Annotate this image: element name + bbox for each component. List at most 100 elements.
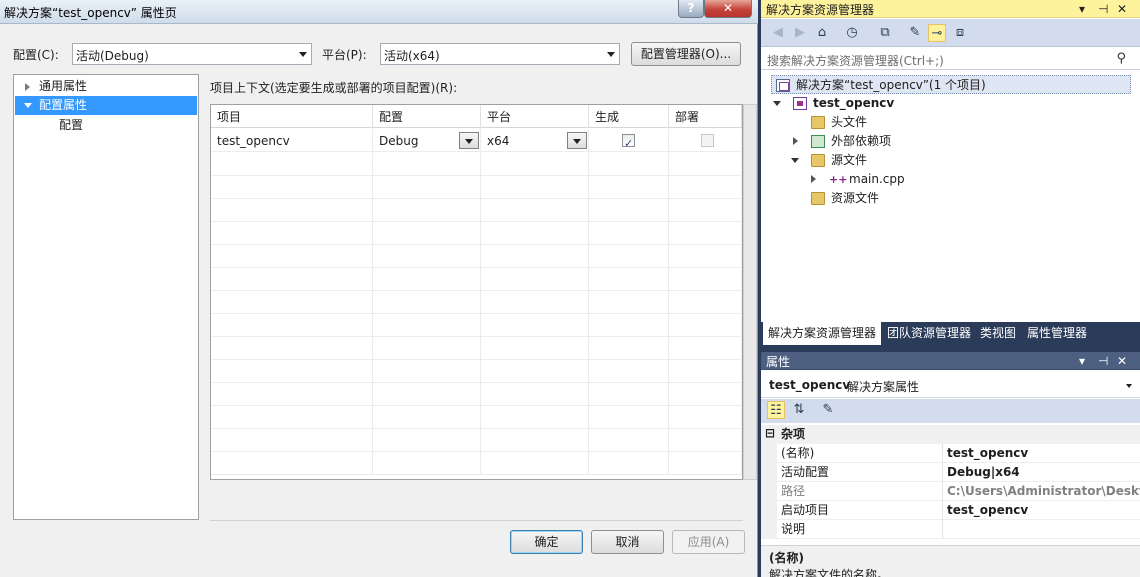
pin-icon[interactable]: ⊸ bbox=[928, 24, 946, 42]
close-icon[interactable]: ✕ bbox=[1117, 352, 1127, 370]
platform-dropdown-button[interactable] bbox=[567, 132, 587, 149]
column-header-deploy[interactable]: 部署 bbox=[669, 105, 742, 128]
class-diagram-icon[interactable]: ⧈ bbox=[951, 24, 969, 42]
tree-item-configuration[interactable]: 配置 bbox=[15, 116, 197, 135]
pin-icon[interactable]: ⊣ bbox=[1098, 0, 1108, 18]
empty-cell bbox=[669, 291, 742, 314]
forward-icon[interactable]: ▶ bbox=[791, 24, 809, 42]
collapse-arrow-icon[interactable] bbox=[773, 101, 781, 106]
expand-arrow-icon[interactable] bbox=[793, 137, 798, 145]
collapse-arrow-icon[interactable] bbox=[24, 103, 32, 108]
properties-title: 属性 bbox=[766, 355, 791, 369]
close-button[interactable]: ✕ bbox=[704, 0, 752, 18]
empty-cell bbox=[669, 360, 742, 383]
collapse-icon[interactable]: ⧉ bbox=[876, 24, 894, 42]
property-row-active-config[interactable]: 活动配置 Debug|x64 bbox=[761, 463, 1140, 482]
empty-cell bbox=[211, 199, 373, 222]
property-pages-wrench-icon[interactable]: ✎ bbox=[819, 401, 837, 419]
empty-cell bbox=[669, 176, 742, 199]
property-value[interactable]: test_opencv bbox=[942, 501, 1140, 520]
cell-platform-value: x64 bbox=[487, 134, 510, 148]
collapse-box-icon[interactable]: ⊟ bbox=[765, 425, 775, 443]
pin-icon[interactable]: ⊣ bbox=[1098, 352, 1108, 370]
expand-arrow-icon[interactable] bbox=[811, 175, 816, 183]
properties-wrench-icon[interactable]: ✎ bbox=[906, 24, 924, 42]
window-position-icon[interactable]: ▾ bbox=[1079, 0, 1085, 18]
empty-table-row bbox=[211, 406, 742, 429]
property-row-path[interactable]: 路径 C:\Users\Administrator\Deskto bbox=[761, 482, 1140, 501]
empty-table-row bbox=[211, 452, 742, 475]
object-selector[interactable]: test_opencv 解决方案属性 bbox=[761, 372, 1140, 398]
chevron-down-icon[interactable] bbox=[1126, 384, 1132, 388]
property-row-description[interactable]: 说明 bbox=[761, 520, 1140, 539]
empty-cell bbox=[589, 291, 669, 314]
tab-solution-explorer[interactable]: 解决方案资源管理器 bbox=[763, 322, 882, 345]
property-value[interactable]: test_opencv bbox=[942, 444, 1140, 463]
tab-class-view[interactable]: 类视图 bbox=[975, 322, 1021, 345]
solution-explorer-toolbar: ◀ ▶ ⌂ ◷ ⧉ ✎ ⊸ ⧈ bbox=[761, 19, 1140, 47]
cell-platform[interactable]: x64 bbox=[481, 129, 589, 152]
config-select[interactable]: 活动(Debug) bbox=[72, 43, 312, 65]
column-header-project[interactable]: 项目 bbox=[211, 105, 373, 128]
dialog-titlebar[interactable]: 解决方案“test_opencv” 属性页 ? ✕ bbox=[0, 0, 758, 24]
property-name: (名称) bbox=[781, 446, 815, 460]
help-button[interactable]: ? bbox=[678, 0, 704, 18]
empty-cell bbox=[211, 452, 373, 475]
tab-property-manager[interactable]: 属性管理器 bbox=[1022, 322, 1092, 345]
history-icon[interactable]: ◷ bbox=[843, 24, 861, 42]
empty-cell bbox=[589, 360, 669, 383]
config-dropdown-button[interactable] bbox=[459, 132, 479, 149]
tab-team-explorer[interactable]: 团队资源管理器 bbox=[882, 322, 976, 345]
expand-arrow-icon[interactable] bbox=[25, 83, 30, 91]
build-checkbox[interactable] bbox=[622, 132, 635, 156]
row-gutter bbox=[761, 520, 777, 539]
config-manager-button[interactable]: 配置管理器(O)... bbox=[631, 42, 741, 66]
categorized-icon[interactable]: ☷ bbox=[767, 401, 785, 419]
category-misc[interactable]: ⊟ 杂项 bbox=[761, 425, 1140, 444]
column-header-build[interactable]: 生成 bbox=[589, 105, 669, 128]
property-value[interactable]: Debug|x64 bbox=[942, 463, 1140, 482]
alphabetical-icon[interactable]: ⇅ bbox=[790, 401, 808, 419]
close-icon[interactable]: ✕ bbox=[1117, 0, 1127, 18]
tree-item-config-properties[interactable]: 配置属性 bbox=[15, 96, 197, 115]
table-row[interactable]: test_opencv Debug x64 bbox=[211, 129, 742, 156]
empty-cell bbox=[373, 245, 481, 268]
empty-table-row bbox=[211, 360, 742, 383]
property-row-name[interactable]: (名称) test_opencv bbox=[761, 444, 1140, 463]
tree-item-label: 外部依赖项 bbox=[831, 134, 892, 148]
empty-cell bbox=[589, 452, 669, 475]
dialog-separator bbox=[210, 520, 743, 521]
home-icon[interactable]: ⌂ bbox=[813, 24, 831, 42]
empty-cell bbox=[211, 337, 373, 360]
back-icon[interactable]: ◀ bbox=[769, 24, 787, 42]
empty-cell bbox=[669, 245, 742, 268]
cancel-button[interactable]: 取消 bbox=[591, 530, 664, 554]
apply-button[interactable]: 应用(A) bbox=[672, 530, 745, 554]
grid-scrollbar[interactable] bbox=[743, 104, 757, 480]
tree-item-solution[interactable]: 解决方案“test_opencv”(1 个项目) bbox=[771, 75, 1131, 94]
tree-item-common-properties[interactable]: 通用属性 bbox=[15, 77, 197, 96]
search-icon[interactable]: ⚲ bbox=[1116, 51, 1126, 66]
platform-select[interactable]: 活动(x64) bbox=[380, 43, 620, 65]
grid-caption: 项目上下文(选定要生成或部署的项目配置)(R): bbox=[210, 81, 458, 95]
properties-titlebar[interactable]: 属性 ▾ ⊣ ✕ bbox=[761, 352, 1140, 370]
property-value[interactable] bbox=[942, 520, 1140, 539]
empty-cell bbox=[211, 268, 373, 291]
chevron-down-icon bbox=[299, 52, 307, 57]
column-header-platform[interactable]: 平台 bbox=[481, 105, 589, 128]
empty-cell bbox=[589, 153, 669, 176]
property-grid: ⊟ 杂项 (名称) test_opencv 活动配置 Debug|x64 路径 … bbox=[761, 425, 1140, 545]
empty-table-row bbox=[211, 245, 742, 268]
window-position-icon[interactable]: ▾ bbox=[1079, 352, 1085, 370]
row-gutter bbox=[761, 444, 777, 463]
cell-config[interactable]: Debug bbox=[373, 129, 481, 152]
empty-cell bbox=[481, 452, 589, 475]
ok-button[interactable]: 确定 bbox=[510, 530, 583, 554]
column-header-config[interactable]: 配置 bbox=[373, 105, 481, 128]
empty-table-row bbox=[211, 222, 742, 245]
property-row-startup-project[interactable]: 启动项目 test_opencv bbox=[761, 501, 1140, 520]
grid-header: 项目 配置 平台 生成 部署 bbox=[211, 105, 742, 128]
collapse-arrow-icon[interactable] bbox=[791, 158, 799, 163]
solution-search-box[interactable]: 搜索解决方案资源管理器(Ctrl+;) ⚲ bbox=[761, 48, 1140, 70]
solution-explorer-titlebar[interactable]: 解决方案资源管理器 ▾ ⊣ ✕ bbox=[761, 0, 1140, 18]
